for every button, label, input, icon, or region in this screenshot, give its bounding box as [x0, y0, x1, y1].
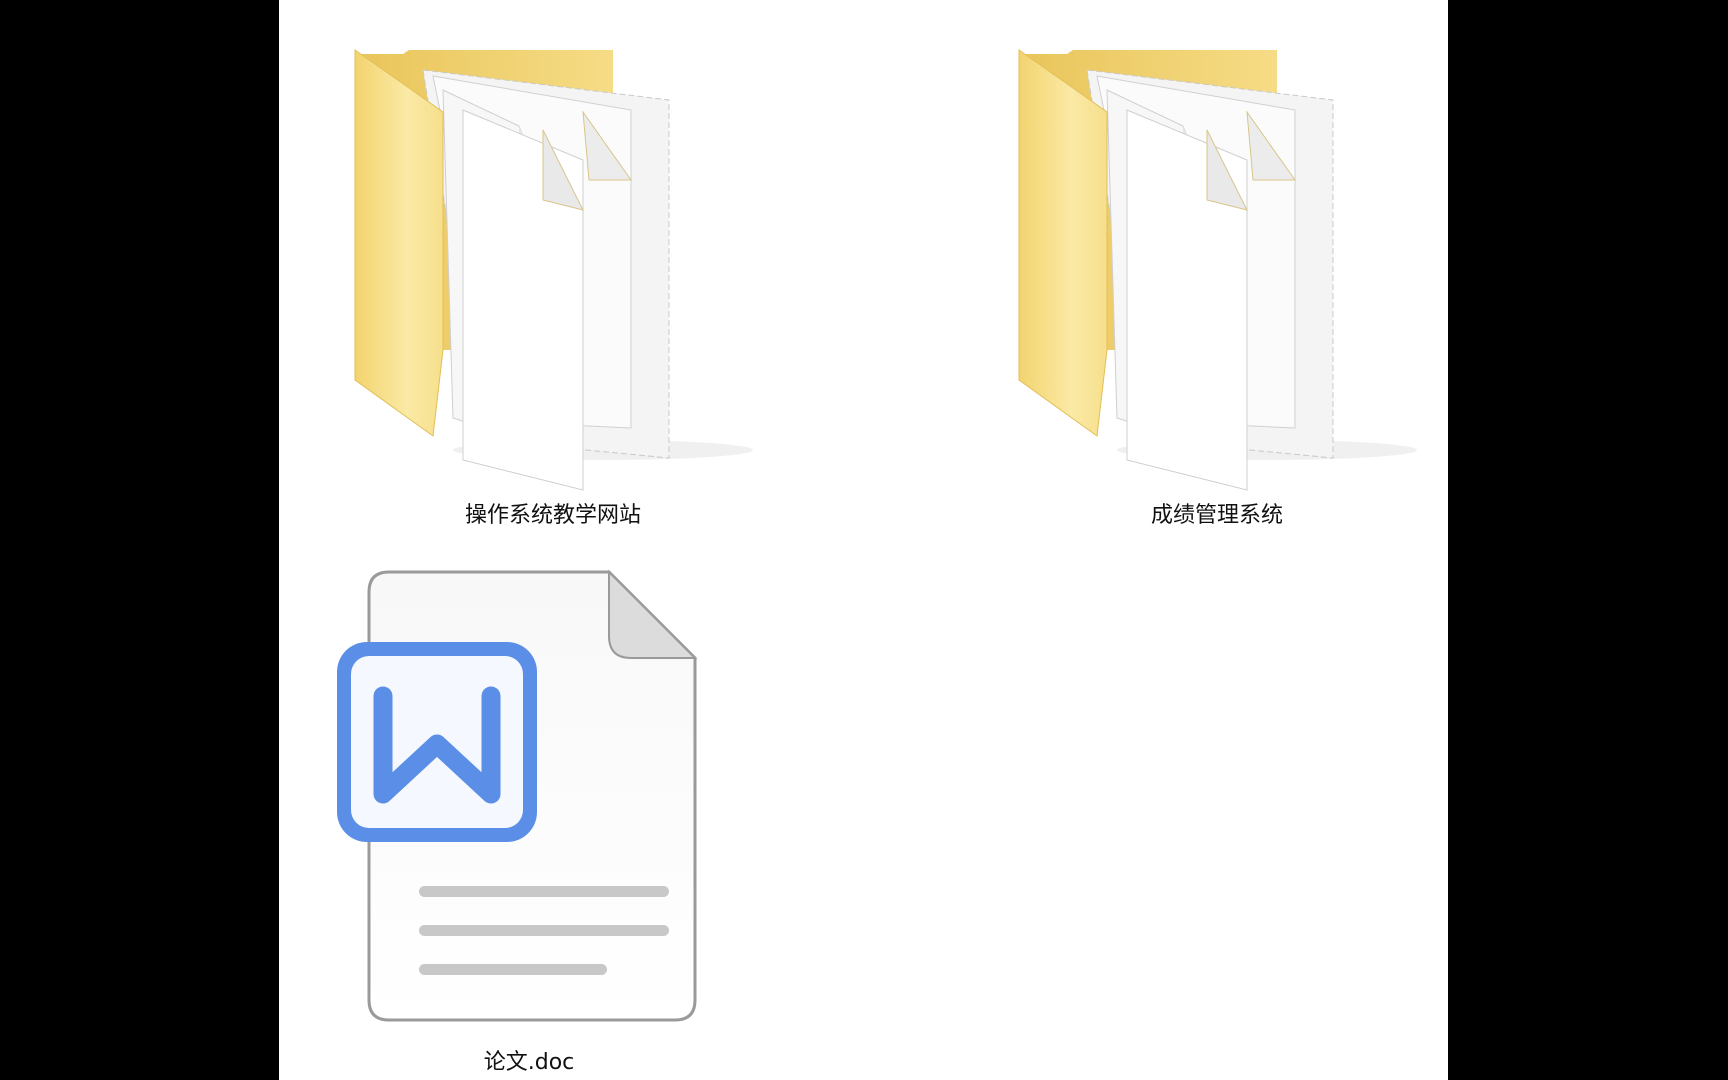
folder-name-label: 成绩管理系统 — [1150, 503, 1283, 528]
folder-item-os-teaching-site[interactable]: 操作系统教学网站 — [353, 49, 753, 540]
file-item-thesis-doc[interactable]: 论文.doc — [329, 569, 729, 1080]
word-document-icon — [337, 569, 698, 1022]
file-name-label: 论文.doc — [483, 1050, 575, 1075]
folder-item-grade-management-system[interactable]: 成绩管理系统 — [1017, 49, 1417, 540]
folder-icon — [354, 49, 753, 491]
folder-name-label: 操作系统教学网站 — [464, 503, 641, 528]
folder-icon — [1018, 49, 1417, 491]
file-explorer-content-area: 操作系统教学网站 成绩管理系统 论文.doc — [279, 0, 1448, 1080]
